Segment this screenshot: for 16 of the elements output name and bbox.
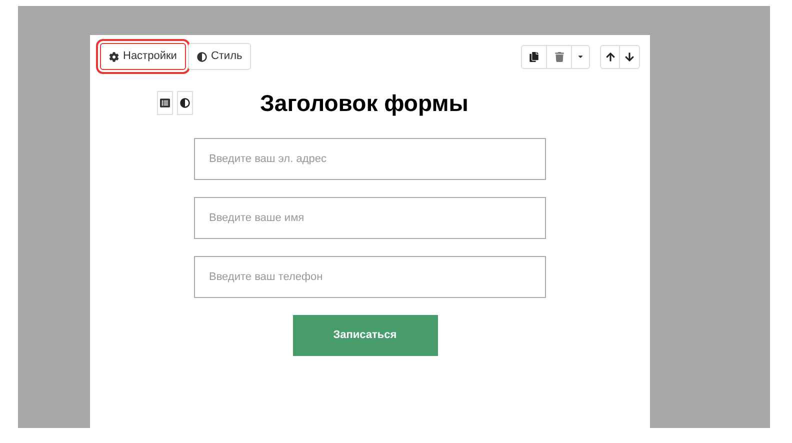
form-style-button[interactable] <box>177 91 193 116</box>
list-icon <box>160 98 170 108</box>
form-settings-button[interactable] <box>157 91 173 116</box>
trash-icon <box>554 52 564 62</box>
input-field[interactable]: Введите ваше имя <box>194 196 546 238</box>
arrow-down-icon <box>625 52 634 62</box>
contrast-icon <box>180 98 190 108</box>
arrow-up-icon <box>606 52 614 62</box>
input-field[interactable]: Введите ваш эл. адрес <box>194 138 546 180</box>
form-title: Заголовок формы <box>260 89 468 118</box>
caret-icon <box>577 53 584 60</box>
contrast-icon <box>196 52 207 62</box>
settings-icon <box>109 52 119 62</box>
copy-icon <box>529 52 539 62</box>
toolbar-tab[interactable]: Стиль <box>188 43 252 70</box>
input-field[interactable]: Введите ваш телефон <box>194 256 546 298</box>
